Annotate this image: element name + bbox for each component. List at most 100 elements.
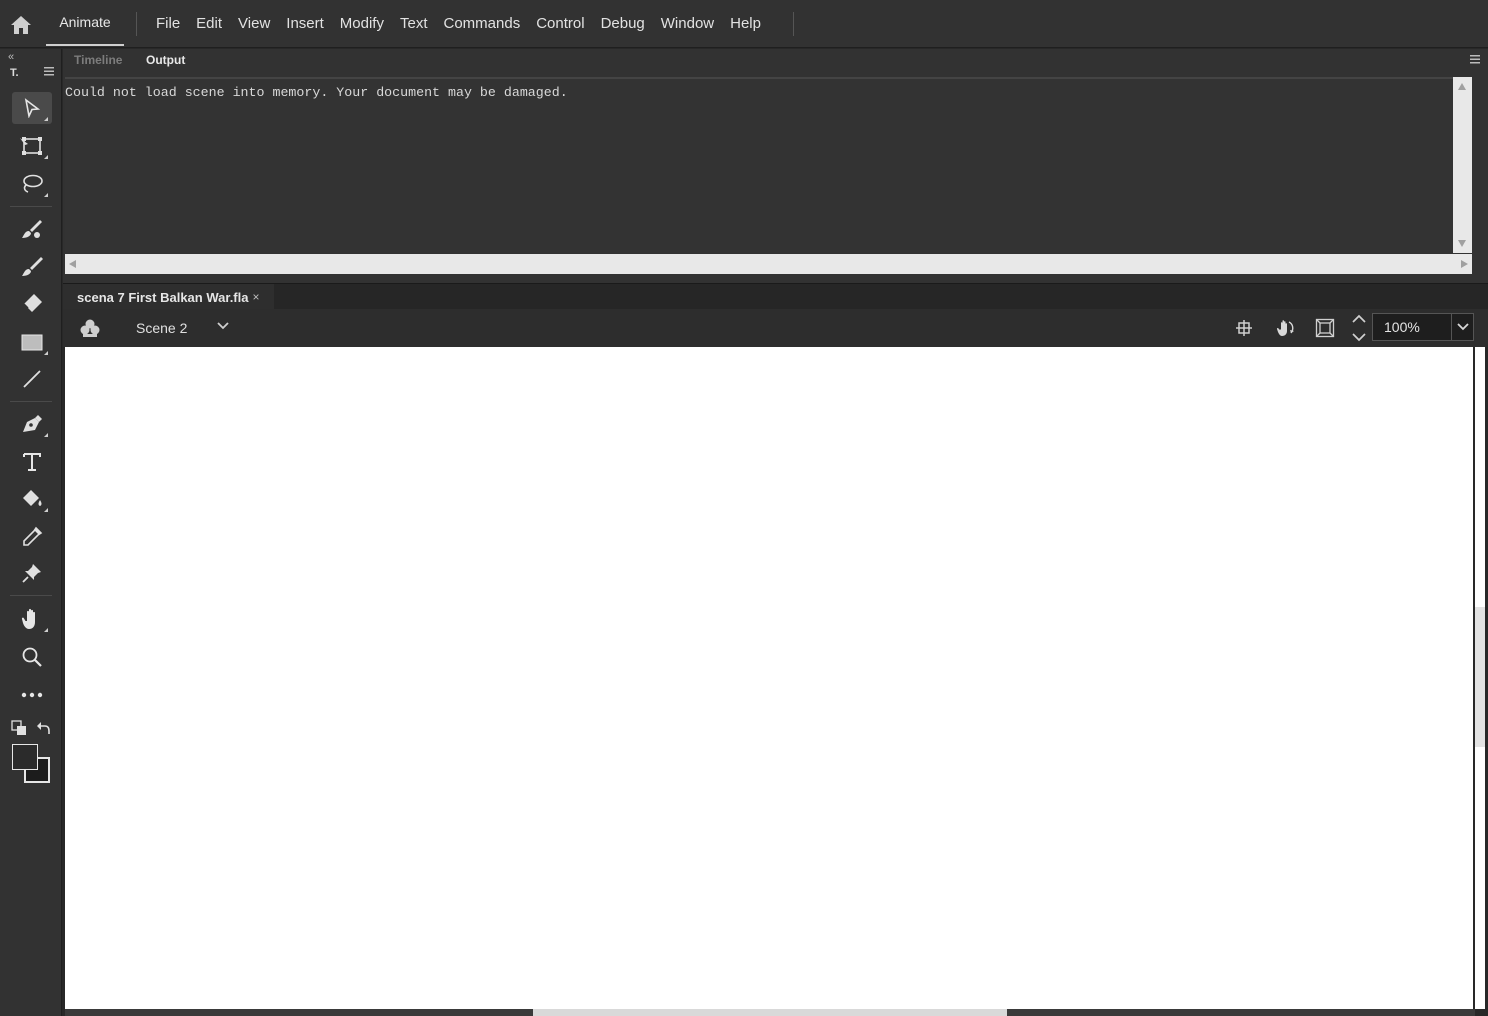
scroll-left-icon[interactable]	[69, 260, 76, 268]
transform-icon	[20, 137, 42, 155]
selection-tool[interactable]	[12, 92, 52, 124]
stage-area	[63, 347, 1488, 1016]
brush-tool[interactable]	[12, 250, 52, 282]
zoom-dropdown-button[interactable]	[1452, 313, 1474, 341]
output-text-area[interactable]: Could not load scene into memory. Your d…	[65, 77, 1453, 253]
chevron-down-icon	[1456, 323, 1469, 331]
hand-tool[interactable]	[12, 603, 52, 635]
submenu-indicator	[44, 508, 48, 512]
lasso-icon	[23, 174, 43, 193]
tool-separator	[10, 206, 52, 207]
menu-debug[interactable]: Debug	[593, 15, 653, 32]
submenu-indicator	[44, 351, 48, 355]
output-horizontal-scrollbar[interactable]	[65, 254, 1472, 274]
snap-to-grid-button[interactable]	[1233, 317, 1255, 339]
rotate-hand-icon	[1276, 320, 1294, 336]
pen-tool[interactable]	[12, 408, 52, 440]
stage-canvas[interactable]	[65, 347, 1473, 1009]
eyedropper-icon	[23, 526, 43, 546]
output-panel-tabs: Timeline Output	[63, 49, 1488, 71]
clip-stage-button[interactable]	[1314, 317, 1336, 339]
paint-bucket-icon	[23, 490, 42, 506]
home-icon	[11, 16, 31, 34]
zoom-stepper-icon[interactable]	[1351, 313, 1367, 343]
line-tool[interactable]	[12, 363, 52, 395]
workspace-tab-animate[interactable]: Animate	[46, 0, 124, 46]
document-tab-bar: scena 7 First Balkan War.fla ×	[63, 283, 1488, 310]
output-panel: Could not load scene into memory. Your d…	[63, 71, 1488, 283]
menu-insert[interactable]: Insert	[278, 15, 332, 32]
rectangle-icon	[21, 334, 43, 351]
zoom-tool[interactable]	[12, 641, 52, 673]
menu-view[interactable]: View	[230, 15, 278, 32]
scene-label: Scene 2	[136, 320, 188, 336]
menu-file[interactable]: File	[148, 15, 188, 32]
stage-horizontal-scrollbar[interactable]	[65, 1009, 1475, 1016]
paint-brush-icon	[22, 220, 42, 238]
menu-commands[interactable]: Commands	[436, 15, 529, 32]
rectangle-tool[interactable]	[12, 326, 52, 358]
output-message: Could not load scene into memory. Your d…	[65, 85, 568, 100]
paint-bucket-tool[interactable]	[12, 483, 52, 515]
submenu-indicator	[44, 193, 48, 197]
submenu-indicator	[44, 155, 48, 159]
tab-output[interactable]: Output	[146, 53, 185, 67]
brush-icon	[22, 257, 43, 276]
document-tab-title: scena 7 First Balkan War.fla	[77, 289, 249, 305]
tool-separator	[10, 595, 52, 596]
ellipsis-icon	[21, 692, 43, 698]
default-colors-icon[interactable]	[11, 720, 27, 736]
rotate-stage-button[interactable]	[1274, 317, 1296, 339]
zoom-input[interactable]: 100%	[1372, 313, 1452, 341]
paint-brush-tool[interactable]	[12, 213, 52, 245]
document-tab[interactable]: scena 7 First Balkan War.fla ×	[63, 284, 274, 310]
fill-color-swatch[interactable]	[12, 744, 38, 770]
free-transform-tool[interactable]	[12, 130, 52, 162]
swap-colors-icon[interactable]	[36, 720, 52, 736]
text-icon	[23, 453, 41, 471]
hand-icon	[21, 608, 35, 629]
text-tool[interactable]	[12, 446, 52, 478]
pin-icon	[22, 564, 41, 583]
edit-scene-icon[interactable]	[79, 318, 101, 338]
eraser-icon	[23, 294, 42, 312]
scroll-down-icon[interactable]	[1458, 240, 1466, 247]
lasso-tool[interactable]	[12, 168, 52, 200]
magnifier-icon	[22, 647, 42, 667]
tool-separator	[10, 401, 52, 402]
menu-control[interactable]: Control	[528, 15, 592, 32]
menu-edit[interactable]: Edit	[188, 15, 230, 32]
more-tools-button[interactable]	[12, 679, 52, 711]
chevron-down-icon[interactable]	[216, 321, 230, 331]
menu-help[interactable]: Help	[722, 15, 769, 32]
menu-text[interactable]: Text	[392, 15, 436, 32]
stage-vertical-scroll-thumb[interactable]	[1475, 607, 1485, 747]
scroll-right-icon[interactable]	[1461, 260, 1468, 268]
line-icon	[23, 370, 41, 388]
tab-timeline[interactable]: Timeline	[74, 53, 122, 67]
edit-bar: Scene 2 100%	[63, 309, 1488, 347]
menu-bar: Animate File Edit View Insert Modify Tex…	[0, 0, 1488, 48]
arrow-pointer-icon	[24, 98, 41, 118]
pin-tool[interactable]	[12, 557, 52, 589]
eraser-tool[interactable]	[12, 287, 52, 319]
home-button[interactable]	[8, 12, 34, 38]
panel-menu-icon[interactable]	[1470, 55, 1480, 64]
menu-window[interactable]: Window	[653, 15, 722, 32]
tools-panel-title: T.	[10, 67, 19, 79]
close-icon[interactable]: ×	[252, 290, 259, 304]
crosshair-icon	[1236, 320, 1252, 336]
panel-menu-icon[interactable]	[44, 67, 54, 76]
scroll-up-icon[interactable]	[1458, 83, 1466, 90]
output-vertical-scrollbar[interactable]	[1453, 77, 1472, 253]
collapse-panel-button[interactable]: «	[8, 51, 14, 63]
menu-items: File Edit View Insert Modify Text Comman…	[148, 0, 769, 46]
tools-panel: « T.	[0, 49, 62, 1016]
submenu-indicator	[44, 117, 48, 121]
eyedropper-tool[interactable]	[12, 521, 52, 553]
stage-vertical-scrollbar[interactable]	[1475, 347, 1485, 1009]
pen-icon	[23, 415, 42, 432]
submenu-indicator	[44, 628, 48, 632]
stage-horizontal-scroll-thumb[interactable]	[533, 1009, 1007, 1016]
menu-modify[interactable]: Modify	[332, 15, 392, 32]
